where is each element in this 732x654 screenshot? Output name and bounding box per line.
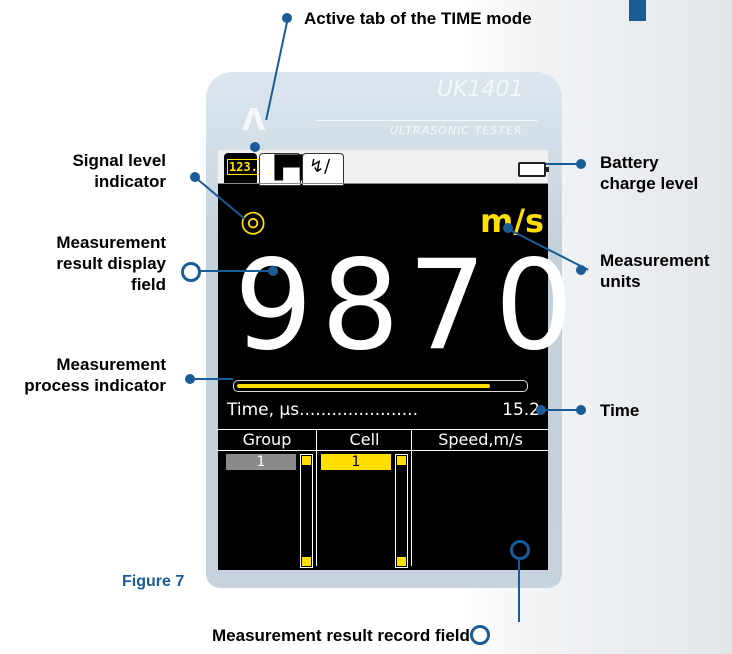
device-subtitle: ULTRASONIC TESTER [390, 124, 523, 137]
tab-strip: 123.0 ▐▀▌ ↯/ [218, 150, 549, 186]
scroll-up-icon[interactable] [397, 456, 406, 465]
signal-level-icon: ◎ [240, 204, 267, 239]
measurement-value: 9870 [234, 234, 582, 378]
cell-value[interactable]: 1 [321, 454, 391, 470]
process-indicator [233, 380, 528, 392]
table-header: Group Cell Speed,m/s [218, 429, 548, 451]
tab-time[interactable]: 123.0 [224, 153, 268, 184]
process-indicator-fill [237, 384, 490, 388]
leader-ring [181, 262, 201, 282]
scroll-down-icon[interactable] [397, 557, 406, 566]
leader-ring [510, 540, 530, 560]
leader-line [518, 560, 520, 622]
signal-wave-icon: ↯/ [309, 156, 331, 177]
scroll-up-icon[interactable] [302, 456, 311, 465]
battery-icon [518, 162, 549, 177]
leader-line [191, 378, 233, 380]
tab-settings[interactable]: ↯/ [302, 153, 344, 186]
scroll-down-icon[interactable] [302, 557, 311, 566]
group-scrollbar[interactable] [300, 454, 313, 568]
device-model: UK1401 [437, 77, 524, 102]
leader-line [201, 270, 269, 272]
leader-dot [536, 405, 546, 415]
leader-dot [576, 159, 586, 169]
figure-label: Figure 7 [122, 573, 185, 590]
tab-divider [218, 183, 548, 184]
column-divider [316, 450, 317, 566]
cell-scrollbar[interactable] [395, 454, 408, 568]
note-result-display: Measurement result display field [56, 233, 166, 294]
note-time: Time [600, 401, 640, 420]
leader-dot [250, 142, 260, 152]
leader-dot [576, 265, 586, 275]
note-active-tab: Active tab of the TIME mode [304, 9, 532, 28]
device-screen: 123.0 ▐▀▌ ↯/ ◎ m/s 9870 Time, µs........… [218, 150, 582, 570]
note-signal-level: Signal level indicator [72, 151, 166, 191]
note-units: Measurement units [600, 251, 710, 291]
note-record-field: Measurement result record field [212, 626, 470, 645]
header-cell: Cell [316, 430, 412, 450]
time-label: Time, µs...................... [227, 400, 418, 420]
group-value[interactable]: 1 [226, 454, 296, 470]
note-battery: Battery charge level [600, 153, 699, 193]
time-value: 15.2 [502, 400, 540, 420]
brand-logo-icon: Λ [242, 103, 266, 138]
note-process-indicator: Measurement process indicator [24, 355, 166, 395]
header-group: Group [242, 430, 292, 449]
tab-waveform[interactable]: ▐▀▌ [259, 153, 317, 186]
brand-divider [316, 120, 538, 121]
leader-dot [268, 266, 278, 276]
leader-ring [470, 625, 490, 645]
leader-dot [576, 405, 586, 415]
corner-accent [629, 0, 646, 21]
header-speed: Speed,m/s [411, 430, 549, 450]
column-divider [411, 450, 412, 566]
